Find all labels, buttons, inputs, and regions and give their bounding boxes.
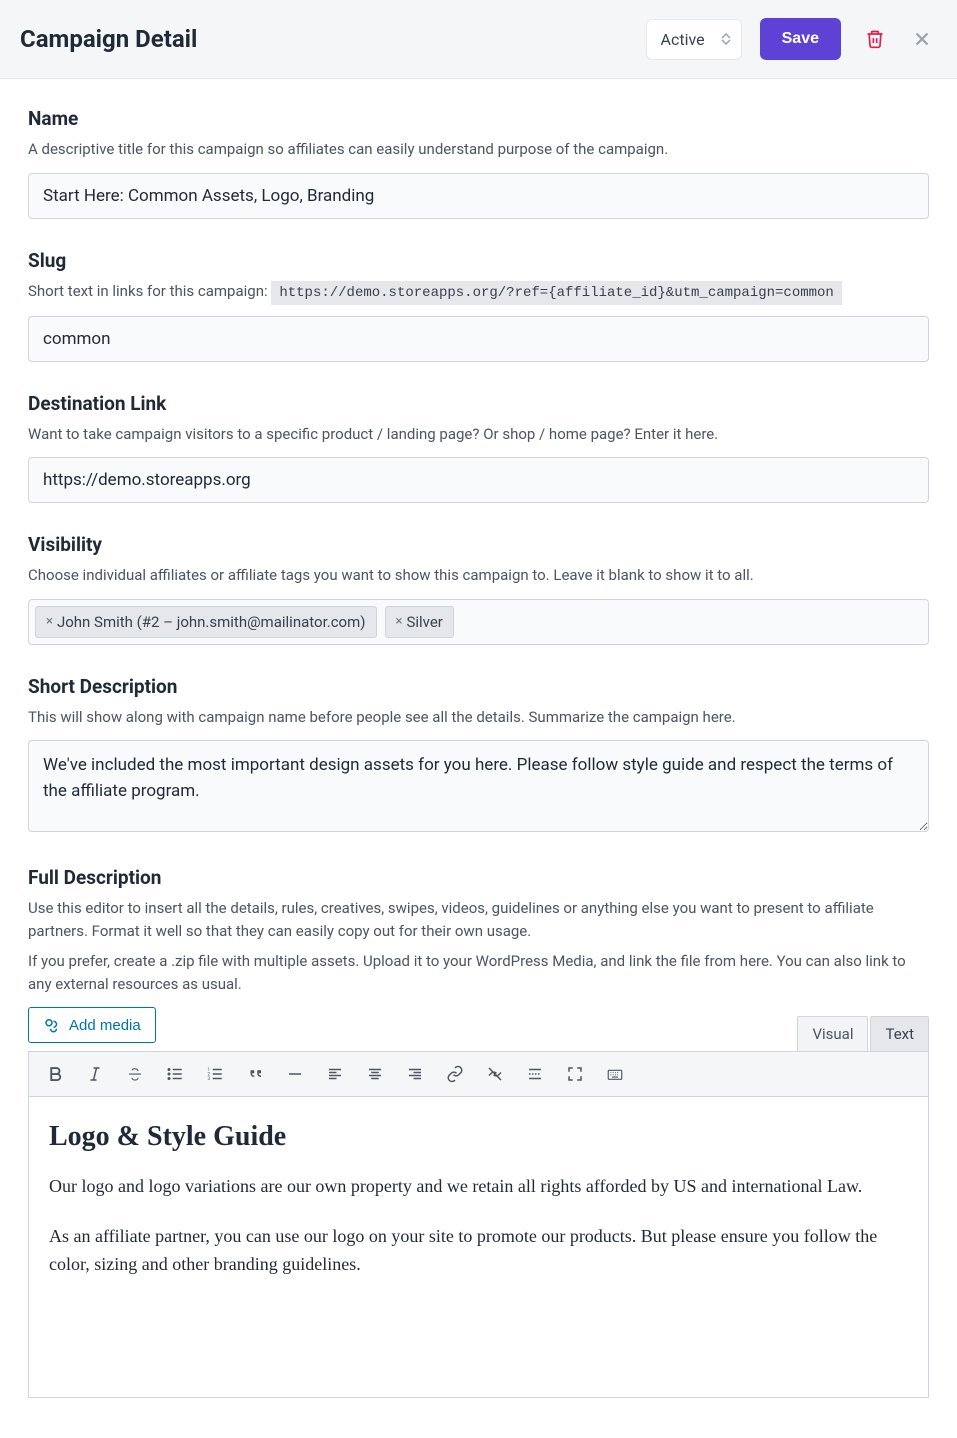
quote-button[interactable] (243, 1062, 267, 1086)
header-bar: Campaign Detail Active Save (0, 0, 957, 79)
svg-text:3: 3 (208, 1076, 211, 1082)
status-value: Active (661, 30, 705, 49)
name-label: Name (28, 107, 929, 130)
tab-text[interactable]: Text (870, 1016, 929, 1051)
short-desc-label: Short Description (28, 675, 929, 698)
add-media-label: Add media (69, 1017, 141, 1034)
destination-section: Destination Link Want to take campaign v… (28, 392, 929, 504)
align-left-button[interactable] (323, 1062, 347, 1086)
content-area: Name A descriptive title for this campai… (0, 79, 957, 1438)
full-desc-label: Full Description (28, 866, 929, 889)
bold-button[interactable] (43, 1062, 67, 1086)
save-button[interactable]: Save (760, 18, 841, 60)
slug-help-prefix: Short text in links for this campaign: (28, 282, 271, 300)
editor-content[interactable]: Logo & Style Guide Our logo and logo var… (29, 1097, 928, 1397)
full-desc-help2: If you prefer, create a .zip file with m… (28, 950, 929, 995)
visibility-label: Visibility (28, 533, 929, 556)
visibility-input[interactable]: × John Smith (#2 – john.smith@mailinator.… (28, 599, 929, 645)
ul-button[interactable] (163, 1062, 187, 1086)
chevrons-icon (721, 33, 731, 45)
visibility-tag: × John Smith (#2 – john.smith@mailinator.… (35, 606, 377, 638)
status-dropdown[interactable]: Active (646, 19, 742, 60)
name-input[interactable] (28, 173, 929, 219)
tag-remove-icon[interactable]: × (396, 614, 403, 629)
link-button[interactable] (443, 1062, 467, 1086)
add-media-button[interactable]: Add media (28, 1007, 156, 1043)
content-paragraph: Our logo and logo variations are our own… (49, 1173, 908, 1201)
close-icon (911, 28, 933, 50)
rich-editor: 123 Logo & Style Guide Our logo and logo… (28, 1051, 929, 1398)
full-desc-section: Full Description Use this editor to inse… (28, 866, 929, 1398)
slug-help: Short text in links for this campaign: h… (28, 280, 929, 304)
short-desc-input[interactable]: We've included the most important design… (28, 740, 929, 832)
strike-button[interactable] (123, 1062, 147, 1086)
destination-help: Want to take campaign visitors to a spec… (28, 423, 929, 446)
trash-icon (865, 29, 885, 49)
destination-input[interactable] (28, 457, 929, 503)
tag-label: John Smith (#2 – john.smith@mailinator.c… (57, 613, 366, 631)
italic-button[interactable] (83, 1062, 107, 1086)
visibility-tag: ×Silver (385, 606, 454, 638)
tab-visual[interactable]: Visual (797, 1016, 868, 1051)
full-desc-help1: Use this editor to insert all the detail… (28, 897, 929, 942)
readmore-button[interactable] (523, 1062, 547, 1086)
slug-input[interactable] (28, 316, 929, 362)
media-icon (43, 1016, 61, 1034)
tag-remove-icon[interactable]: × (46, 614, 53, 629)
visibility-section: Visibility Choose individual affiliates … (28, 533, 929, 645)
keyboard-button[interactable] (603, 1062, 627, 1086)
fullscreen-button[interactable] (563, 1062, 587, 1086)
name-help: A descriptive title for this campaign so… (28, 138, 929, 161)
slug-section: Slug Short text in links for this campai… (28, 249, 929, 362)
content-heading: Logo & Style Guide (49, 1121, 908, 1153)
short-desc-section: Short Description This will show along w… (28, 675, 929, 837)
page-title: Campaign Detail (20, 25, 646, 53)
tag-label: Silver (406, 613, 442, 631)
slug-label: Slug (28, 249, 929, 272)
visibility-help: Choose individual affiliates or affiliat… (28, 564, 929, 587)
editor-toolbar: 123 (29, 1052, 928, 1097)
close-button[interactable] (907, 24, 937, 54)
content-paragraph: As an affiliate partner, you can use our… (49, 1223, 908, 1279)
delete-button[interactable] (861, 25, 889, 53)
editor-tabs: Visual Text (797, 1016, 929, 1051)
slug-help-code: https://demo.storeapps.org/?ref={affilia… (271, 281, 842, 305)
destination-label: Destination Link (28, 392, 929, 415)
align-right-button[interactable] (403, 1062, 427, 1086)
unlink-button[interactable] (483, 1062, 507, 1086)
ol-button[interactable]: 123 (203, 1062, 227, 1086)
name-section: Name A descriptive title for this campai… (28, 107, 929, 219)
short-desc-help: This will show along with campaign name … (28, 706, 929, 729)
align-center-button[interactable] (363, 1062, 387, 1086)
hr-button[interactable] (283, 1062, 307, 1086)
